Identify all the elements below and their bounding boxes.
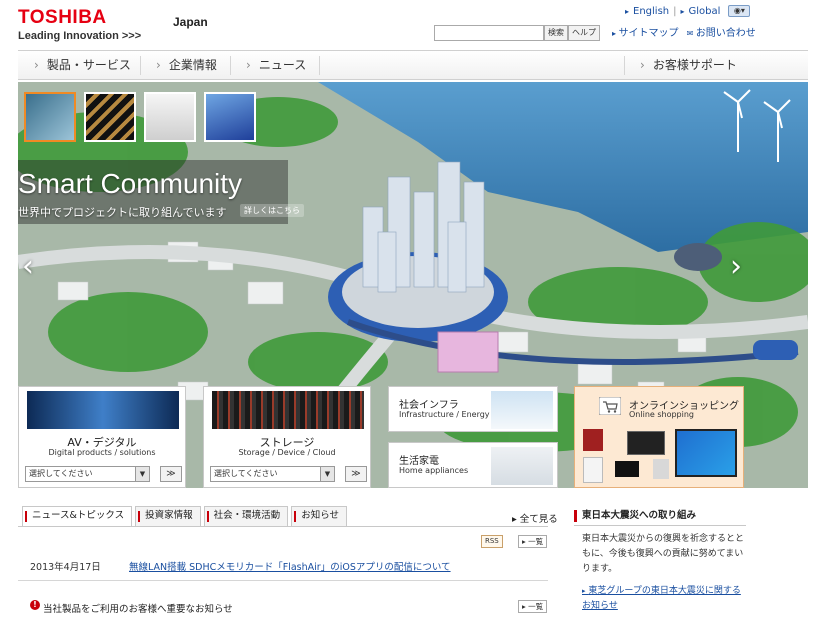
tab-social-environment[interactable]: 社会・環境活動 bbox=[203, 506, 289, 526]
news-divider bbox=[18, 580, 548, 581]
chevron-right-icon: › bbox=[34, 58, 39, 72]
infrastructure-title: 社会インフラ bbox=[399, 400, 459, 411]
mail-icon: ✉ bbox=[686, 29, 696, 38]
earthquake-link[interactable]: ▸ 東芝グループの東日本大震災に関するお知らせ bbox=[582, 584, 746, 614]
link-arrow-icon: ▸ bbox=[582, 587, 586, 595]
link-arrow-icon: ▸ bbox=[680, 6, 685, 16]
fridge-image bbox=[583, 457, 603, 483]
news-list-button[interactable]: ▸ 一覧 bbox=[518, 535, 548, 548]
nav-label: ニュース bbox=[258, 58, 307, 72]
chevron-left-icon[interactable]: ‹ bbox=[22, 249, 34, 284]
globe-icon[interactable]: ◉▾ bbox=[728, 5, 751, 17]
chevron-right-icon: › bbox=[640, 58, 645, 72]
earthquake-body: 東日本大震災からの復興を祈念するとともに、今後も復興への貢献に努めてまいります。 bbox=[582, 534, 745, 574]
home-appliances-box[interactable]: 生活家電 Home appliances bbox=[388, 442, 558, 488]
product-subtitle: Storage / Device / Cloud bbox=[238, 448, 336, 457]
infrastructure-box[interactable]: 社会インフラ Infrastructure / Energy bbox=[388, 386, 558, 432]
nav-news[interactable]: › ニュース bbox=[246, 51, 306, 80]
earthquake-link-text: 東芝グループの東日本大震災に関するお知らせ bbox=[582, 586, 741, 611]
hero-subtitle: 世界中でプロジェクトに取り組んでいます bbox=[18, 206, 227, 219]
rice-cooker-image bbox=[583, 429, 603, 451]
product-box-av-digital: AV・デジタル Digital products / solutions 選択し… bbox=[18, 386, 186, 488]
rss-button[interactable]: RSS bbox=[481, 535, 503, 548]
brand-tagline: Leading Innovation >>> bbox=[18, 30, 142, 42]
contact-link[interactable]: お問い合わせ bbox=[696, 28, 756, 39]
chevron-right-icon[interactable]: › bbox=[730, 249, 742, 284]
alert-icon: ! bbox=[30, 600, 40, 610]
nav-corporate[interactable]: › 企業情報 bbox=[156, 51, 217, 80]
link-arrow-icon: ▸ bbox=[625, 6, 630, 16]
news-tabs: ニュース&トピックス 投資家情報 社会・環境活動 お知らせ bbox=[22, 506, 350, 527]
toshiba-logo[interactable]: TOSHIBA Leading Innovation >>> bbox=[18, 7, 142, 43]
help-button[interactable]: ヘルプ bbox=[568, 25, 600, 41]
global-navigation: › 製品・サービス › 企業情報 › ニュース › お客様サポート bbox=[18, 50, 808, 80]
divider: | bbox=[673, 5, 677, 17]
online-shopping-box[interactable]: オンラインショッピング Online shopping bbox=[574, 386, 744, 488]
home-appliances-subtitle: Home appliances bbox=[399, 466, 469, 475]
search-bar: 検索 ヘルプ bbox=[434, 25, 600, 41]
nav-label: 製品・サービス bbox=[46, 58, 131, 72]
nav-label: 企業情報 bbox=[168, 58, 217, 72]
notice-list-button[interactable]: ▸ 一覧 bbox=[518, 600, 548, 613]
select-value: 選択してください bbox=[29, 469, 93, 478]
av-digital-select[interactable]: 選択してください ▼ bbox=[25, 466, 150, 482]
av-digital-go-button[interactable]: ≫ bbox=[160, 466, 182, 482]
nav-support[interactable]: › お客様サポート bbox=[640, 51, 737, 80]
nav-products[interactable]: › 製品・サービス bbox=[34, 51, 131, 80]
chevron-right-icon: › bbox=[246, 58, 251, 72]
nav-divider bbox=[140, 56, 141, 75]
earthquake-heading: 東日本大震災への取り組み bbox=[574, 506, 746, 526]
news-date: 2013年4月17日 bbox=[30, 562, 101, 573]
home-appliances-title: 生活家電 bbox=[399, 456, 439, 467]
av-digital-image bbox=[27, 391, 179, 429]
nav-divider bbox=[624, 56, 625, 75]
utility-links: ▸ サイトマップ ✉ お問い合わせ bbox=[612, 24, 756, 39]
slide-thumb-1[interactable] bbox=[24, 92, 76, 142]
product-subtitle: Digital products / solutions bbox=[48, 448, 156, 457]
storage-image bbox=[212, 391, 364, 429]
region-label: Japan bbox=[173, 15, 208, 29]
hero-more-link[interactable]: 詳しくはこちら bbox=[240, 204, 304, 217]
tab-investors[interactable]: 投資家情報 bbox=[135, 506, 201, 526]
living-room-image bbox=[491, 447, 553, 485]
laptop-image bbox=[675, 429, 737, 477]
chevron-down-icon: ▼ bbox=[320, 467, 334, 481]
select-value: 選択してください bbox=[214, 469, 278, 478]
search-input[interactable] bbox=[434, 25, 544, 41]
hero-title: Smart Community bbox=[18, 168, 243, 199]
wind-turbine-image bbox=[491, 391, 553, 429]
product-box-storage: ストレージ Storage / Device / Cloud 選択してください ▼… bbox=[203, 386, 371, 488]
language-selector: ▸ English | ▸ Global ◉▾ bbox=[625, 5, 751, 17]
cart-icon bbox=[599, 397, 621, 415]
tab-notices[interactable]: お知らせ bbox=[291, 506, 347, 526]
search-button[interactable]: 検索 bbox=[544, 25, 568, 41]
sitemap-link[interactable]: サイトマップ bbox=[619, 28, 679, 39]
nav-divider bbox=[319, 56, 320, 75]
brand-name: TOSHIBA bbox=[18, 7, 107, 28]
chevron-down-icon: ▼ bbox=[135, 467, 149, 481]
global-link[interactable]: Global bbox=[689, 6, 721, 17]
tab-news-topics[interactable]: ニュース&トピックス bbox=[22, 506, 133, 527]
storage-go-button[interactable]: ≫ bbox=[345, 466, 367, 482]
important-notice-title[interactable]: 当社製品をご利用のお客様へ重要なお知らせ bbox=[43, 601, 233, 615]
infrastructure-subtitle: Infrastructure / Energy bbox=[399, 410, 490, 419]
show-all-link[interactable]: ▸ 全て見る bbox=[512, 511, 558, 525]
slide-thumb-3[interactable] bbox=[144, 92, 196, 142]
shop-subtitle: Online shopping bbox=[629, 410, 695, 419]
nav-divider bbox=[230, 56, 231, 75]
english-link[interactable]: English bbox=[633, 6, 669, 17]
vacuum-image bbox=[653, 459, 669, 479]
tab-divider bbox=[18, 526, 548, 527]
chevron-right-icon: › bbox=[156, 58, 161, 72]
slide-thumb-4[interactable] bbox=[204, 92, 256, 142]
microwave-image bbox=[615, 461, 639, 477]
news-link[interactable]: 無線LAN搭載 SDHCメモリカード「FlashAir」のiOSアプリの配信につ… bbox=[129, 559, 451, 573]
slide-thumb-2[interactable] bbox=[84, 92, 136, 142]
storage-select[interactable]: 選択してください ▼ bbox=[210, 466, 335, 482]
nav-label: お客様サポート bbox=[652, 58, 737, 72]
tv-image bbox=[627, 431, 665, 455]
